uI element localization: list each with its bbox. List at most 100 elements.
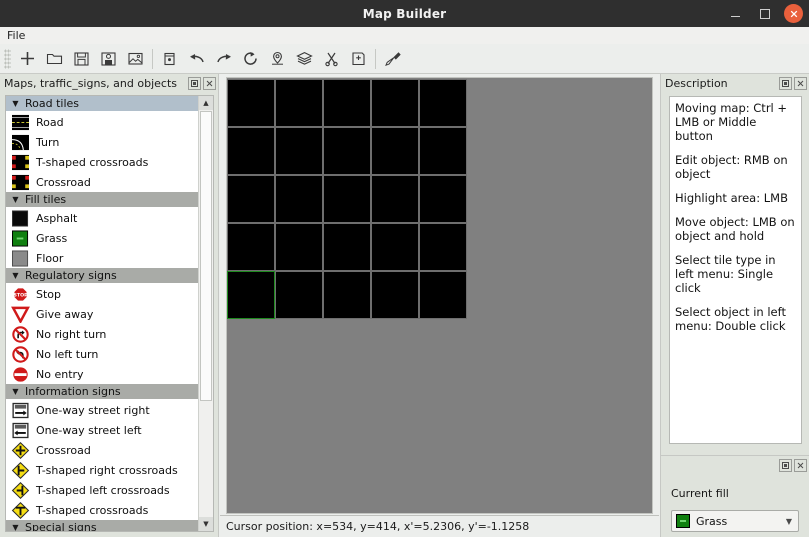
save-as-button[interactable] [95, 46, 122, 72]
fill-brush-button[interactable] [379, 46, 406, 72]
chevron-down-icon[interactable]: ▼ [9, 271, 22, 280]
tree-group-regulatory-signs[interactable]: ▼ Regulatory signs [6, 268, 198, 284]
tile-cell[interactable] [371, 127, 419, 175]
tree-item[interactable]: Grass [6, 228, 198, 248]
close-button[interactable] [784, 4, 803, 23]
left-dock-close-button[interactable] [203, 77, 216, 90]
tile-cell[interactable] [275, 175, 323, 223]
export-image-button[interactable] [122, 46, 149, 72]
chevron-down-icon[interactable]: ▼ [9, 387, 22, 396]
status-bar: Cursor position: x=534, y=414, x'=5.2306… [220, 515, 659, 537]
tree-item[interactable]: Asphalt [6, 208, 198, 228]
chevron-down-icon[interactable]: ▼ [9, 195, 22, 204]
current-fill-close-button[interactable] [794, 459, 807, 472]
add-tile-button[interactable] [345, 46, 372, 72]
tile-cell[interactable] [275, 271, 323, 319]
description-float-button[interactable] [779, 77, 792, 90]
tree-group-fill-tiles[interactable]: ▼ Fill tiles [6, 192, 198, 208]
tree-item[interactable]: Floor [6, 248, 198, 268]
tree-item[interactable]: Road [6, 112, 198, 132]
object-tree[interactable]: ▼ Road tiles Road Turn T-shaped crossroads Cr… [6, 96, 198, 531]
left-dock-float-button[interactable] [188, 77, 201, 90]
center-area: Cursor position: x=534, y=414, x'=5.2306… [220, 74, 659, 537]
chevron-down-icon[interactable]: ▼ [9, 523, 22, 531]
tree-item[interactable]: T-shaped left crossroads [6, 480, 198, 500]
tile-cell[interactable] [371, 223, 419, 271]
tile-cell[interactable] [275, 127, 323, 175]
tree-item[interactable]: No left turn [6, 344, 198, 364]
crossroad-tile-icon [12, 174, 29, 190]
menu-item-file[interactable]: File [0, 28, 32, 44]
description-line: Edit object: RMB on object [675, 153, 788, 181]
stop-sign-icon: STOP [13, 286, 28, 302]
float-icon [782, 462, 789, 469]
new-button[interactable] [14, 46, 41, 72]
map-canvas[interactable] [226, 77, 653, 514]
save-button[interactable] [68, 46, 95, 72]
tree-item[interactable]: Give away [6, 304, 198, 324]
tile-cell[interactable] [419, 79, 467, 127]
tile-cell[interactable] [371, 175, 419, 223]
tree-scrollbar[interactable]: ▲ ▼ [198, 96, 213, 531]
scrollbar-thumb[interactable] [200, 111, 212, 401]
current-fill-dock-panel: Current fill Grass ▼ [660, 455, 809, 537]
tree-item-label: No left turn [36, 347, 99, 361]
minimize-button[interactable] [726, 4, 745, 23]
current-fill-float-button[interactable] [779, 459, 792, 472]
tile-cell[interactable] [419, 175, 467, 223]
tile-cell[interactable] [227, 175, 275, 223]
toolbar-grip[interactable] [4, 48, 11, 69]
undo-button[interactable] [183, 46, 210, 72]
tile-cell[interactable] [323, 271, 371, 319]
tile-cell[interactable] [227, 223, 275, 271]
cursor-position-label: Cursor position: x=534, y=414, x'=5.2306… [226, 520, 530, 533]
tile-cell[interactable] [419, 127, 467, 175]
float-icon [191, 80, 198, 87]
tree-group-special-signs[interactable]: ▼ Special signs [6, 520, 198, 531]
tree-item-label: T-shaped crossroads [36, 503, 149, 517]
tree-group-information-signs[interactable]: ▼ Information signs [6, 384, 198, 400]
main-toolbar [0, 44, 809, 74]
layers-button[interactable] [291, 46, 318, 72]
map-pin-button[interactable] [264, 46, 291, 72]
t-left-crossroads-sign-icon [11, 481, 30, 499]
tree-item[interactable]: Turn [6, 132, 198, 152]
redo-button[interactable] [210, 46, 237, 72]
tile-cell[interactable] [371, 79, 419, 127]
scroll-up-arrow[interactable]: ▲ [199, 96, 213, 110]
tile-cell[interactable] [227, 127, 275, 175]
tree-item[interactable]: Crossroad [6, 440, 198, 460]
tree-group-road-tiles[interactable]: ▼ Road tiles [6, 96, 198, 112]
current-fill-dropdown[interactable]: Grass ▼ [671, 510, 799, 532]
tile-cell[interactable] [323, 127, 371, 175]
tree-item[interactable]: One-way street left [6, 420, 198, 440]
rotate-button[interactable] [237, 46, 264, 72]
tree-item[interactable]: No entry [6, 364, 198, 384]
tile-cell[interactable] [371, 271, 419, 319]
open-button[interactable] [41, 46, 68, 72]
tree-item[interactable]: Crossroad [6, 172, 198, 192]
tile-cell[interactable] [419, 271, 467, 319]
tile-cell[interactable] [275, 223, 323, 271]
left-dock-panel: Maps, traffic_signs, and objects ▼ Road t… [0, 74, 219, 537]
tile-cell[interactable] [227, 79, 275, 127]
tree-item[interactable]: One-way street right [6, 400, 198, 420]
tree-item[interactable]: T-shaped right crossroads [6, 460, 198, 480]
tile-cell[interactable] [323, 223, 371, 271]
tree-item[interactable]: T-shaped crossroads [6, 152, 198, 172]
tree-item[interactable]: STOP Stop [6, 284, 198, 304]
tree-item[interactable]: No right turn [6, 324, 198, 344]
tile-cell[interactable] [275, 79, 323, 127]
scroll-down-arrow[interactable]: ▼ [199, 517, 213, 531]
tree-item[interactable]: T-shaped crossroads [6, 500, 198, 520]
tile-cell[interactable] [323, 79, 371, 127]
maximize-button[interactable] [755, 4, 774, 23]
delete-button[interactable] [156, 46, 183, 72]
tile-cell[interactable] [323, 175, 371, 223]
delete-icon [164, 52, 175, 66]
tile-cell[interactable] [419, 223, 467, 271]
tile-cell-highlighted[interactable] [227, 271, 275, 319]
chevron-down-icon[interactable]: ▼ [9, 99, 22, 108]
description-close-button[interactable] [794, 77, 807, 90]
cut-button[interactable] [318, 46, 345, 72]
